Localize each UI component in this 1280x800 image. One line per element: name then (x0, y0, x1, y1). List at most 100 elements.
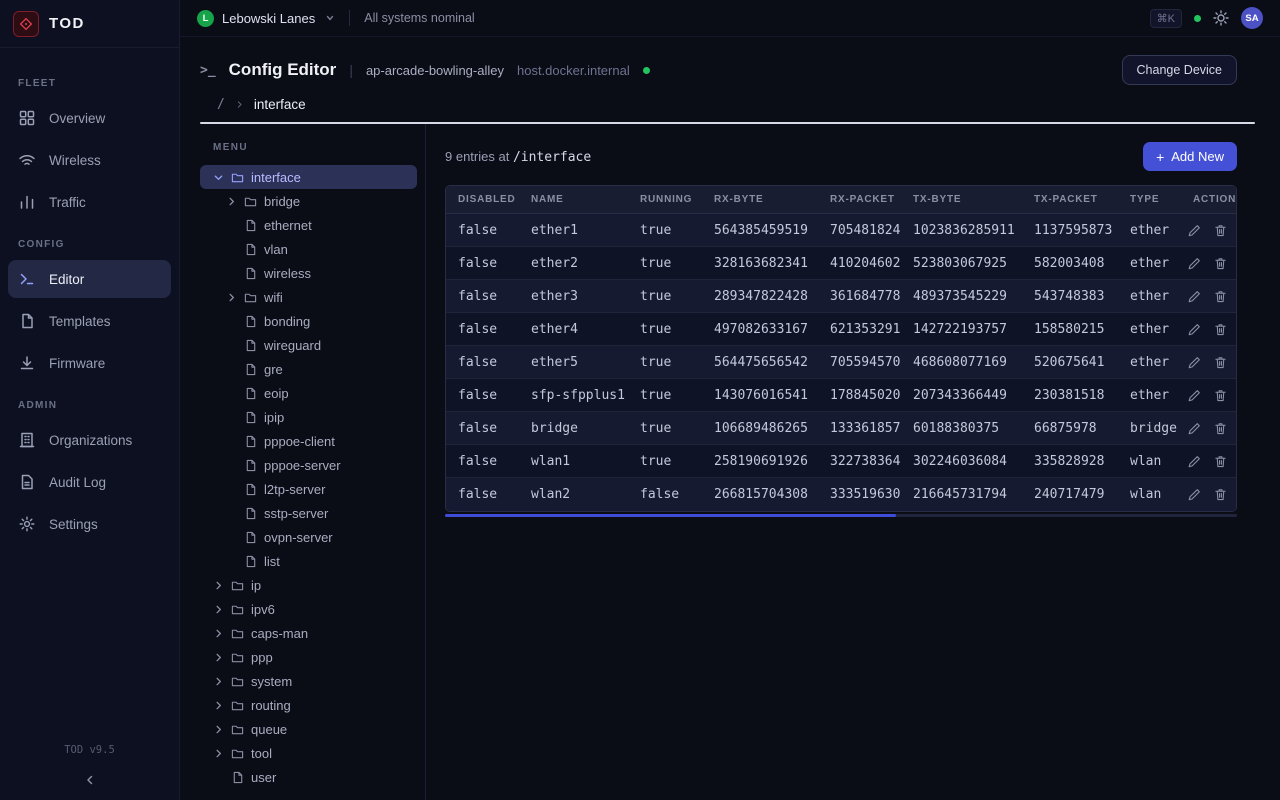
cell-tx-packet: 66875978 (1022, 421, 1118, 436)
sidebar-item-audit-log[interactable]: Audit Log (8, 463, 171, 501)
nav-section-label: ADMIN (18, 400, 161, 411)
tree-item-vlan[interactable]: vlan (200, 237, 417, 261)
tree-item-ipv6[interactable]: ipv6 (200, 597, 417, 621)
sidebar-item-organizations[interactable]: Organizations (8, 421, 171, 459)
table-row[interactable]: falseether2true3281636823414102046025238… (446, 247, 1236, 280)
cell-type: ether (1118, 223, 1181, 238)
tree-item-eoip[interactable]: eoip (200, 381, 417, 405)
row-actions (1181, 488, 1236, 501)
delete-trash-icon[interactable] (1214, 323, 1227, 336)
cell-name: wlan2 (519, 487, 628, 502)
table-header-row: DISABLEDNAMERUNNINGRX-BYTERX-PACKETTX-BY… (446, 186, 1236, 214)
breadcrumb-root[interactable]: / (217, 97, 225, 112)
tree-item-wifi[interactable]: wifi (200, 285, 417, 309)
tree-item-caps-man[interactable]: caps-man (200, 621, 417, 645)
sidebar-item-wireless[interactable]: Wireless (8, 141, 171, 179)
sidebar-item-overview[interactable]: Overview (8, 99, 171, 137)
page-title: Config Editor (229, 60, 337, 80)
tree-item-list[interactable]: list (200, 549, 417, 573)
sidebar-item-templates[interactable]: Templates (8, 302, 171, 340)
edit-pencil-icon[interactable] (1188, 455, 1201, 468)
table-row[interactable]: falsewlan1true25819069192632273836430224… (446, 445, 1236, 478)
sidebar-item-firmware[interactable]: Firmware (8, 344, 171, 382)
table-row[interactable]: falsesfp-sfpplus1true1430760165411788450… (446, 379, 1236, 412)
delete-trash-icon[interactable] (1214, 422, 1227, 435)
gear-icon (18, 515, 36, 533)
edit-pencil-icon[interactable] (1188, 356, 1201, 369)
tree-item-system[interactable]: system (200, 669, 417, 693)
tree-item-ppp[interactable]: ppp (200, 645, 417, 669)
tree-item-user[interactable]: user (200, 765, 417, 789)
tree-item-label: list (264, 554, 280, 569)
cell-type: ether (1118, 355, 1181, 370)
scrollbar-thumb[interactable] (445, 514, 896, 517)
tree-item-queue[interactable]: queue (200, 717, 417, 741)
table-row[interactable]: falseether5true5644756565427055945704686… (446, 346, 1236, 379)
edit-pencil-icon[interactable] (1188, 257, 1201, 270)
tree-item-sstp-server[interactable]: sstp-server (200, 501, 417, 525)
sidebar-item-traffic[interactable]: Traffic (8, 183, 171, 221)
tree-item-label: wireless (264, 266, 311, 281)
table-row[interactable]: falseether1true5643854595197054818241023… (446, 214, 1236, 247)
tree-item-wireguard[interactable]: wireguard (200, 333, 417, 357)
delete-trash-icon[interactable] (1214, 389, 1227, 402)
delete-trash-icon[interactable] (1214, 224, 1227, 237)
tree-item-interface[interactable]: interface (200, 165, 417, 189)
horizontal-scrollbar[interactable] (445, 514, 1237, 517)
cell-disabled: false (446, 322, 519, 337)
edit-pencil-icon[interactable] (1188, 290, 1201, 303)
tree-item-ovpn-server[interactable]: ovpn-server (200, 525, 417, 549)
tree-item-ethernet[interactable]: ethernet (200, 213, 417, 237)
plus-icon: + (1156, 150, 1164, 164)
tree-item-gre[interactable]: gre (200, 357, 417, 381)
tree-item-l2tp-server[interactable]: l2tp-server (200, 477, 417, 501)
audit-icon (18, 473, 36, 491)
edit-pencil-icon[interactable] (1188, 488, 1201, 501)
tree-item-pppoe-client[interactable]: pppoe-client (200, 429, 417, 453)
edit-pencil-icon[interactable] (1188, 389, 1201, 402)
delete-trash-icon[interactable] (1214, 488, 1227, 501)
sidebar-item-editor[interactable]: Editor (8, 260, 171, 298)
user-avatar[interactable]: SA (1241, 7, 1263, 29)
nav-section-label: FLEET (18, 78, 161, 89)
theme-toggle-sun-icon[interactable] (1213, 10, 1229, 26)
tree-item-pppoe-server[interactable]: pppoe-server (200, 453, 417, 477)
tree-item-bonding[interactable]: bonding (200, 309, 417, 333)
change-device-button[interactable]: Change Device (1122, 55, 1237, 85)
table-row[interactable]: falseether4true4970826331676213532911427… (446, 313, 1236, 346)
folder-icon (231, 627, 244, 640)
file-icon (244, 483, 257, 496)
tree-item-routing[interactable]: routing (200, 693, 417, 717)
delete-trash-icon[interactable] (1214, 257, 1227, 270)
edit-pencil-icon[interactable] (1188, 224, 1201, 237)
table-row[interactable]: falsebridgetrue1066894862651333618576018… (446, 412, 1236, 445)
cell-disabled: false (446, 421, 519, 436)
edit-pencil-icon[interactable] (1188, 323, 1201, 336)
device-host: host.docker.internal (517, 63, 630, 78)
sidebar-collapse-button[interactable] (0, 760, 179, 800)
command-palette-shortcut[interactable]: ⌘K (1150, 9, 1182, 28)
cell-name: ether2 (519, 256, 628, 271)
tree-item-ip[interactable]: ip (200, 573, 417, 597)
delete-trash-icon[interactable] (1214, 356, 1227, 369)
tree-item-wireless[interactable]: wireless (200, 261, 417, 285)
edit-pencil-icon[interactable] (1188, 422, 1201, 435)
cell-type: wlan (1118, 454, 1181, 469)
table-row[interactable]: falseether3true2893478224283616847784893… (446, 280, 1236, 313)
tree-item-ipip[interactable]: ipip (200, 405, 417, 429)
content-header: 9 entries at /interface +Add New (445, 142, 1237, 171)
tree-item-bridge[interactable]: bridge (200, 189, 417, 213)
cell-tx-packet: 582003408 (1022, 256, 1118, 271)
sidebar-item-settings[interactable]: Settings (8, 505, 171, 543)
delete-trash-icon[interactable] (1214, 290, 1227, 303)
delete-trash-icon[interactable] (1214, 455, 1227, 468)
tree-item-tool[interactable]: tool (200, 741, 417, 765)
row-actions (1181, 422, 1236, 435)
cell-tx-packet: 230381518 (1022, 388, 1118, 403)
folder-icon (244, 291, 257, 304)
org-avatar: L (197, 10, 214, 27)
org-switcher[interactable]: L Lebowski Lanes (197, 10, 335, 27)
sidebar-item-label: Wireless (49, 153, 101, 168)
table-row[interactable]: falsewlan2false2668157043083335196302166… (446, 478, 1236, 511)
add-new-button[interactable]: +Add New (1143, 142, 1237, 171)
